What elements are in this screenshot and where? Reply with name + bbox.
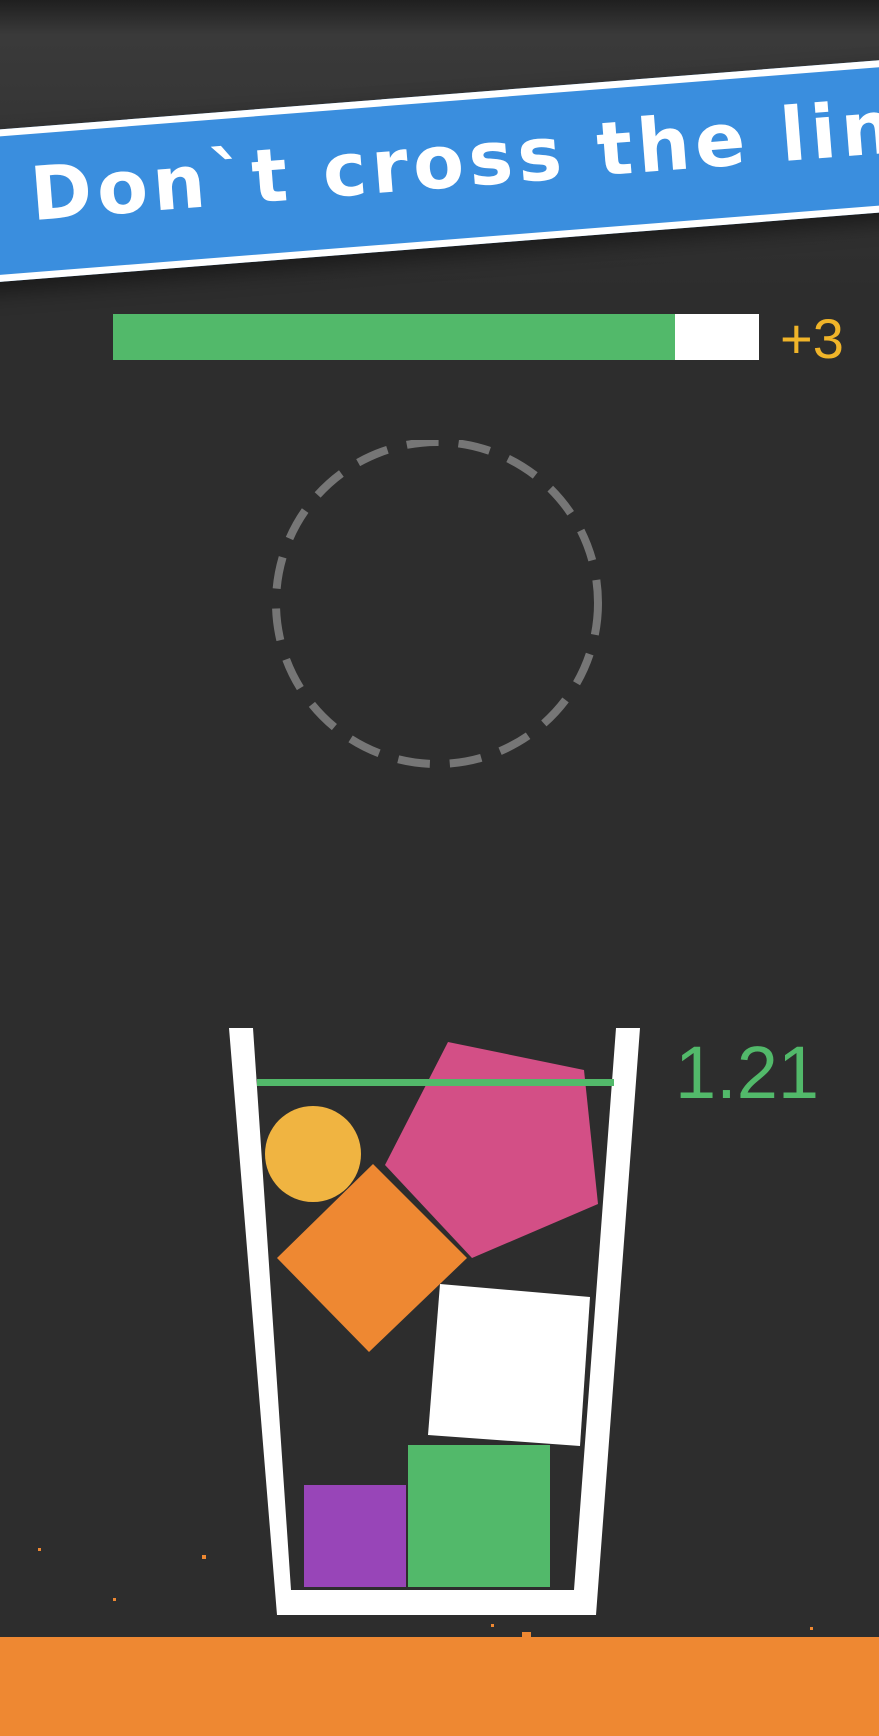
spark <box>491 1624 494 1627</box>
glass-scene <box>38 1028 813 1638</box>
spark <box>202 1555 206 1559</box>
game-screen[interactable]: Don`t cross the line! +3 1.21 <box>0 0 879 1736</box>
stack-height-readout: 1.21 <box>675 1031 820 1114</box>
spark <box>113 1598 116 1601</box>
yellow-ball <box>265 1106 361 1202</box>
spark <box>38 1548 41 1551</box>
purple-square-block <box>304 1485 406 1587</box>
target-height-line <box>257 1079 614 1086</box>
white-square-block <box>428 1284 590 1446</box>
spark <box>810 1627 813 1630</box>
ground-floor <box>0 1637 879 1736</box>
green-square-block <box>408 1445 550 1587</box>
